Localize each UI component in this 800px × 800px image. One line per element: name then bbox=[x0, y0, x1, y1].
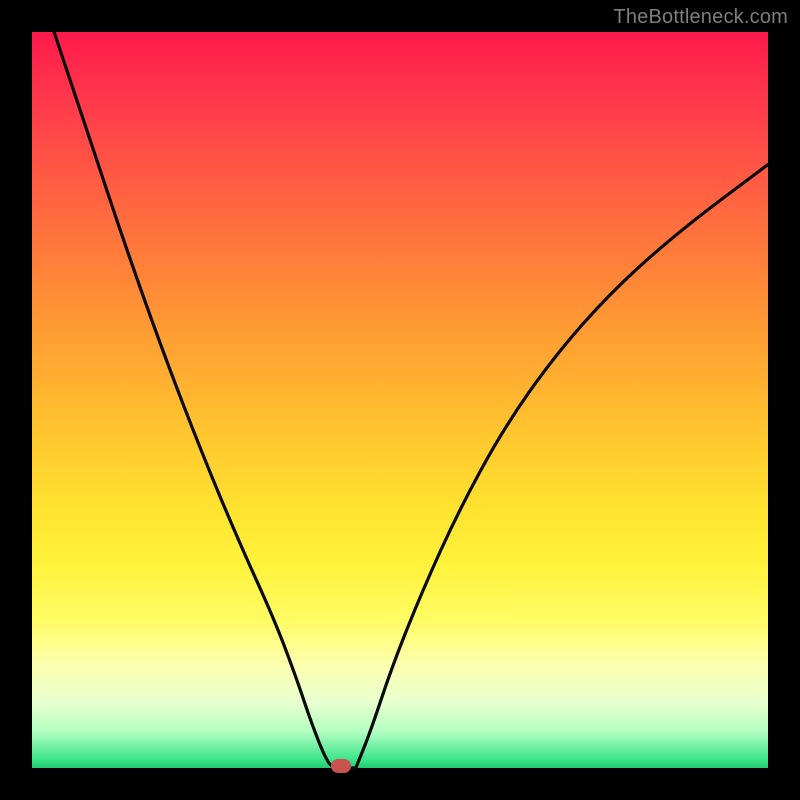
curve-path bbox=[54, 32, 768, 768]
chart-frame: TheBottleneck.com bbox=[0, 0, 800, 800]
watermark-text: TheBottleneck.com bbox=[613, 6, 788, 29]
optimum-marker bbox=[331, 759, 351, 773]
bottleneck-curve bbox=[32, 32, 768, 768]
